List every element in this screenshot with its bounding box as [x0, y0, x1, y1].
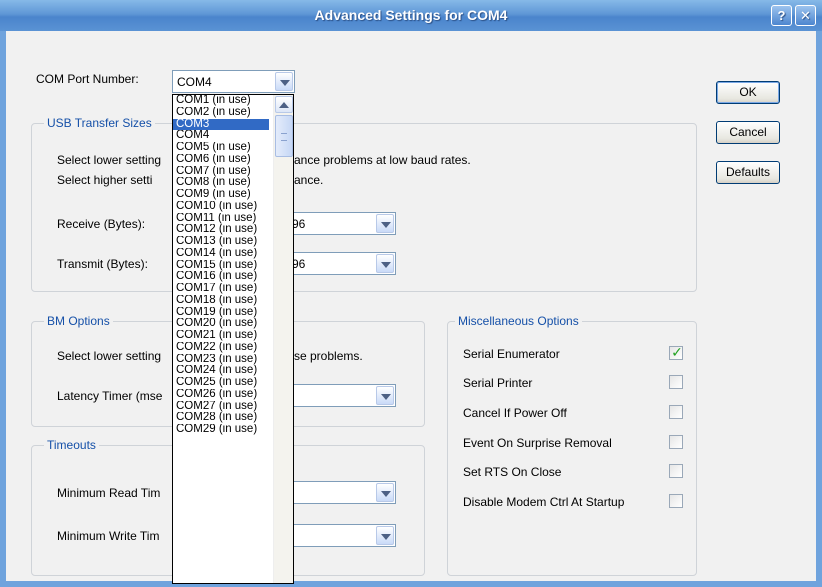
com-port-option[interactable]: COM12 (in use) [173, 224, 269, 236]
com-port-option[interactable]: COM3 [173, 118, 269, 131]
com-port-option[interactable]: COM6 (in use) [173, 154, 269, 166]
chevron-down-icon[interactable] [376, 386, 394, 405]
com-port-option[interactable]: COM13 (in use) [173, 236, 269, 248]
serial-printer-label: Serial Printer [463, 376, 533, 390]
com-port-option[interactable]: COM17 (in use) [173, 283, 269, 295]
bm-desc-end: se problems. [294, 349, 363, 363]
dialog-body: COM Port Number: COM4 USB Transfer Sizes… [6, 31, 816, 584]
com-port-value: COM4 [177, 75, 212, 89]
com-port-option[interactable]: COM7 (in use) [173, 166, 269, 178]
event-on-surprise-removal-label: Event On Surprise Removal [463, 436, 612, 450]
close-button[interactable]: ✕ [795, 5, 816, 26]
com-port-option[interactable]: COM16 (in use) [173, 271, 269, 283]
usb-desc-1-start: Select lower setting [57, 153, 162, 167]
misc-options-title: Miscellaneous Options [455, 314, 582, 328]
timeouts-title: Timeouts [44, 438, 99, 452]
com-port-option[interactable]: COM21 (in use) [173, 330, 269, 342]
disable-modem-ctrl-label: Disable Modem Ctrl At Startup [463, 495, 625, 509]
com-port-option[interactable]: COM24 (in use) [173, 365, 269, 377]
chevron-down-icon[interactable] [376, 526, 394, 545]
com-port-option[interactable]: COM29 (in use) [173, 424, 269, 436]
com-port-option[interactable]: COM22 (in use) [173, 342, 269, 354]
min-read-timeout-label: Minimum Read Tim [57, 486, 161, 500]
ok-button[interactable]: OK [716, 81, 780, 104]
com-port-option[interactable]: COM10 (in use) [173, 201, 269, 213]
event-on-surprise-removal-checkbox[interactable]: ✓ [669, 435, 683, 449]
com-port-option[interactable]: COM19 (in use) [173, 307, 269, 319]
set-rts-on-close-checkbox[interactable]: ✓ [669, 464, 683, 478]
transmit-label: Transmit (Bytes): [57, 257, 148, 271]
com-port-option[interactable]: COM27 (in use) [173, 401, 269, 413]
com-port-dropdown-list[interactable]: COM1 (in use) COM2 (in use) COM3 COM4 COM5 (… [172, 94, 294, 584]
serial-printer-checkbox[interactable]: ✓ [669, 375, 683, 389]
usb-transfer-title: USB Transfer Sizes [44, 116, 155, 130]
disable-modem-ctrl-checkbox[interactable]: ✓ [669, 494, 683, 508]
latency-timer-label: Latency Timer (mse [57, 389, 163, 403]
com-port-option[interactable]: COM23 (in use) [173, 354, 269, 366]
chevron-down-icon[interactable] [376, 214, 394, 233]
check-icon: ✓ [671, 344, 683, 360]
cancel-button[interactable]: Cancel [716, 121, 780, 144]
com-port-option[interactable]: COM20 (in use) [173, 318, 269, 330]
bm-options-title: BM Options [44, 314, 113, 328]
receive-label: Receive (Bytes): [57, 217, 146, 231]
cancel-if-power-off-checkbox[interactable]: ✓ [669, 405, 683, 419]
usb-desc-2-start: Select higher setti [57, 173, 153, 187]
com-port-label: COM Port Number: [36, 72, 139, 86]
min-write-timeout-label: Minimum Write Tim [57, 529, 160, 543]
chevron-down-icon[interactable] [376, 483, 394, 502]
set-rts-on-close-label: Set RTS On Close [463, 465, 562, 479]
com-port-option[interactable]: COM8 (in use) [173, 177, 269, 189]
com-port-option[interactable]: COM5 (in use) [173, 142, 269, 154]
chevron-down-icon[interactable] [275, 72, 293, 91]
usb-desc-2-end: ance. [294, 173, 324, 187]
com-port-select[interactable]: COM4 [172, 70, 295, 93]
chevron-down-icon[interactable] [376, 254, 394, 273]
dropdown-scrollbar[interactable] [273, 95, 293, 583]
scroll-thumb[interactable] [275, 115, 293, 157]
scroll-up-arrow-icon[interactable] [275, 96, 293, 113]
window-title: Advanced Settings for COM4 [314, 7, 508, 23]
title-bar: Advanced Settings for COM4 ? ✕ [0, 0, 822, 31]
defaults-button[interactable]: Defaults [716, 161, 780, 184]
com-port-option[interactable]: COM26 (in use) [173, 389, 269, 401]
com-port-option[interactable]: COM28 (in use) [173, 412, 269, 424]
cancel-if-power-off-label: Cancel If Power Off [463, 406, 567, 420]
serial-enumerator-label: Serial Enumerator [463, 347, 560, 361]
receive-value: 96 [292, 217, 306, 231]
bm-desc-start: Select lower setting [57, 349, 162, 363]
serial-enumerator-checkbox[interactable]: ✓ [669, 344, 683, 360]
com-port-option[interactable]: COM9 (in use) [173, 189, 269, 201]
com-port-option[interactable]: COM25 (in use) [173, 377, 269, 389]
help-button[interactable]: ? [771, 5, 792, 26]
com-port-option[interactable]: COM15 (in use) [173, 260, 269, 272]
com-port-option[interactable]: COM14 (in use) [173, 248, 269, 260]
com-port-option[interactable]: COM4 [173, 130, 269, 142]
com-port-option[interactable]: COM18 (in use) [173, 295, 269, 307]
com-port-option[interactable]: COM2 (in use) [173, 107, 269, 119]
com-port-option[interactable]: COM1 (in use) [173, 95, 269, 107]
com-port-option[interactable]: COM11 (in use) [173, 213, 269, 225]
transmit-value: 96 [292, 257, 306, 271]
usb-desc-1-end: ance problems at low baud rates. [294, 153, 471, 167]
